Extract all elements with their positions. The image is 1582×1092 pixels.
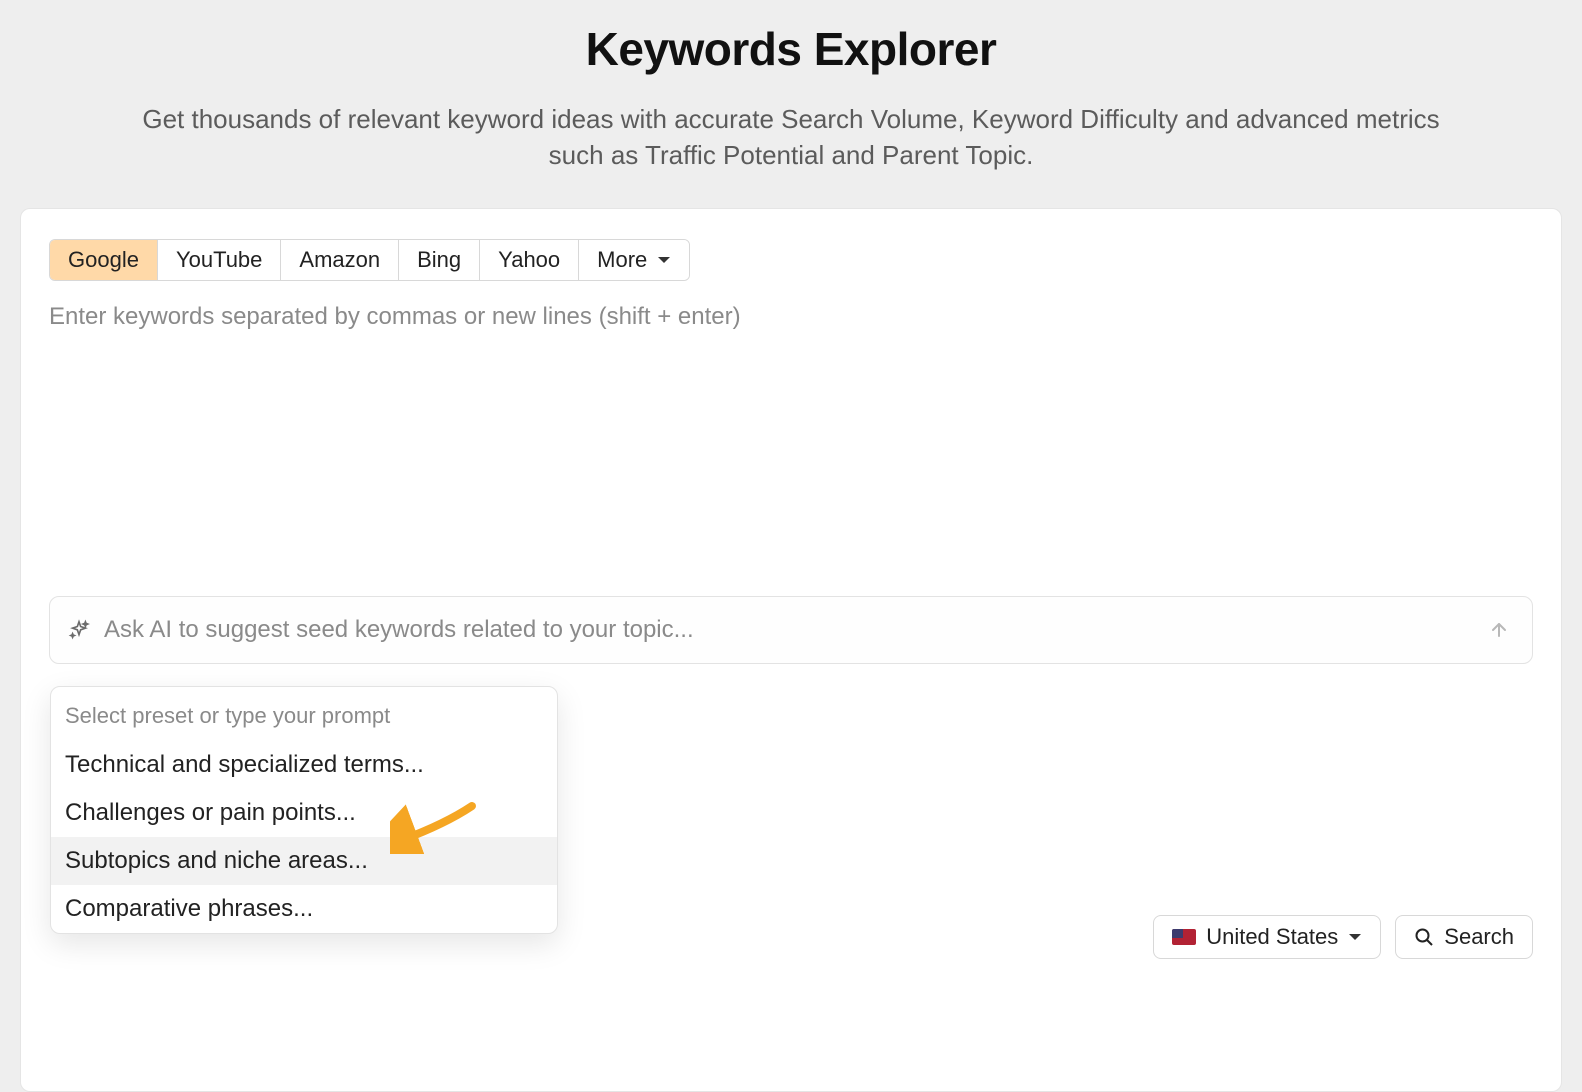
engine-tab-more[interactable]: More [579,240,689,280]
preset-item-technical[interactable]: Technical and specialized terms... [51,741,557,789]
engine-tab-yahoo[interactable]: Yahoo [480,240,579,280]
engine-tab-label: Google [68,247,139,273]
page-title: Keywords Explorer [0,22,1582,76]
preset-item-label: Subtopics and niche areas... [65,847,368,874]
engine-tab-bing[interactable]: Bing [399,240,480,280]
search-icon [1414,927,1434,947]
preset-item-subtopics[interactable]: Subtopics and niche areas... [51,837,557,885]
dropdown-header: Select preset or type your prompt [51,695,557,741]
preset-item-label: Technical and specialized terms... [65,751,424,778]
engine-tab-label: YouTube [176,247,262,273]
preset-item-label: Comparative phrases... [65,895,313,922]
page-root: Keywords Explorer Get thousands of relev… [0,0,1582,1092]
preset-item-challenges[interactable]: Challenges or pain points... [51,789,557,837]
engine-tab-label: Bing [417,247,461,273]
engine-tab-google[interactable]: Google [50,240,158,280]
ai-prompt-row [49,596,1533,664]
page-subtitle: Get thousands of relevant keyword ideas … [141,102,1441,174]
engine-tab-label: Yahoo [498,247,560,273]
search-button[interactable]: Search [1395,915,1533,959]
main-card: Google YouTube Amazon Bing Yahoo More [20,208,1562,1092]
keywords-textarea[interactable] [49,303,1533,583]
preset-item-comparative[interactable]: Comparative phrases... [51,885,557,933]
flag-icon [1172,929,1196,945]
chevron-down-icon [1348,932,1362,942]
search-engine-tabs: Google YouTube Amazon Bing Yahoo More [49,239,690,281]
preset-dropdown: Select preset or type your prompt Techni… [50,686,558,934]
sparkle-icon [68,619,90,641]
engine-tab-label: Amazon [299,247,380,273]
chevron-down-icon [657,255,671,265]
engine-tab-label: More [597,247,647,273]
country-label: United States [1206,924,1338,950]
engine-tab-youtube[interactable]: YouTube [158,240,281,280]
ai-prompt-input[interactable] [104,616,1470,644]
engine-tab-amazon[interactable]: Amazon [281,240,399,280]
search-button-label: Search [1444,924,1514,950]
country-selector[interactable]: United States [1153,915,1381,959]
submit-prompt-button[interactable] [1484,615,1514,645]
controls-row: United States Search [1153,915,1533,959]
preset-item-label: Challenges or pain points... [65,799,356,826]
hero: Keywords Explorer Get thousands of relev… [0,0,1582,174]
arrow-up-icon [1489,620,1509,640]
